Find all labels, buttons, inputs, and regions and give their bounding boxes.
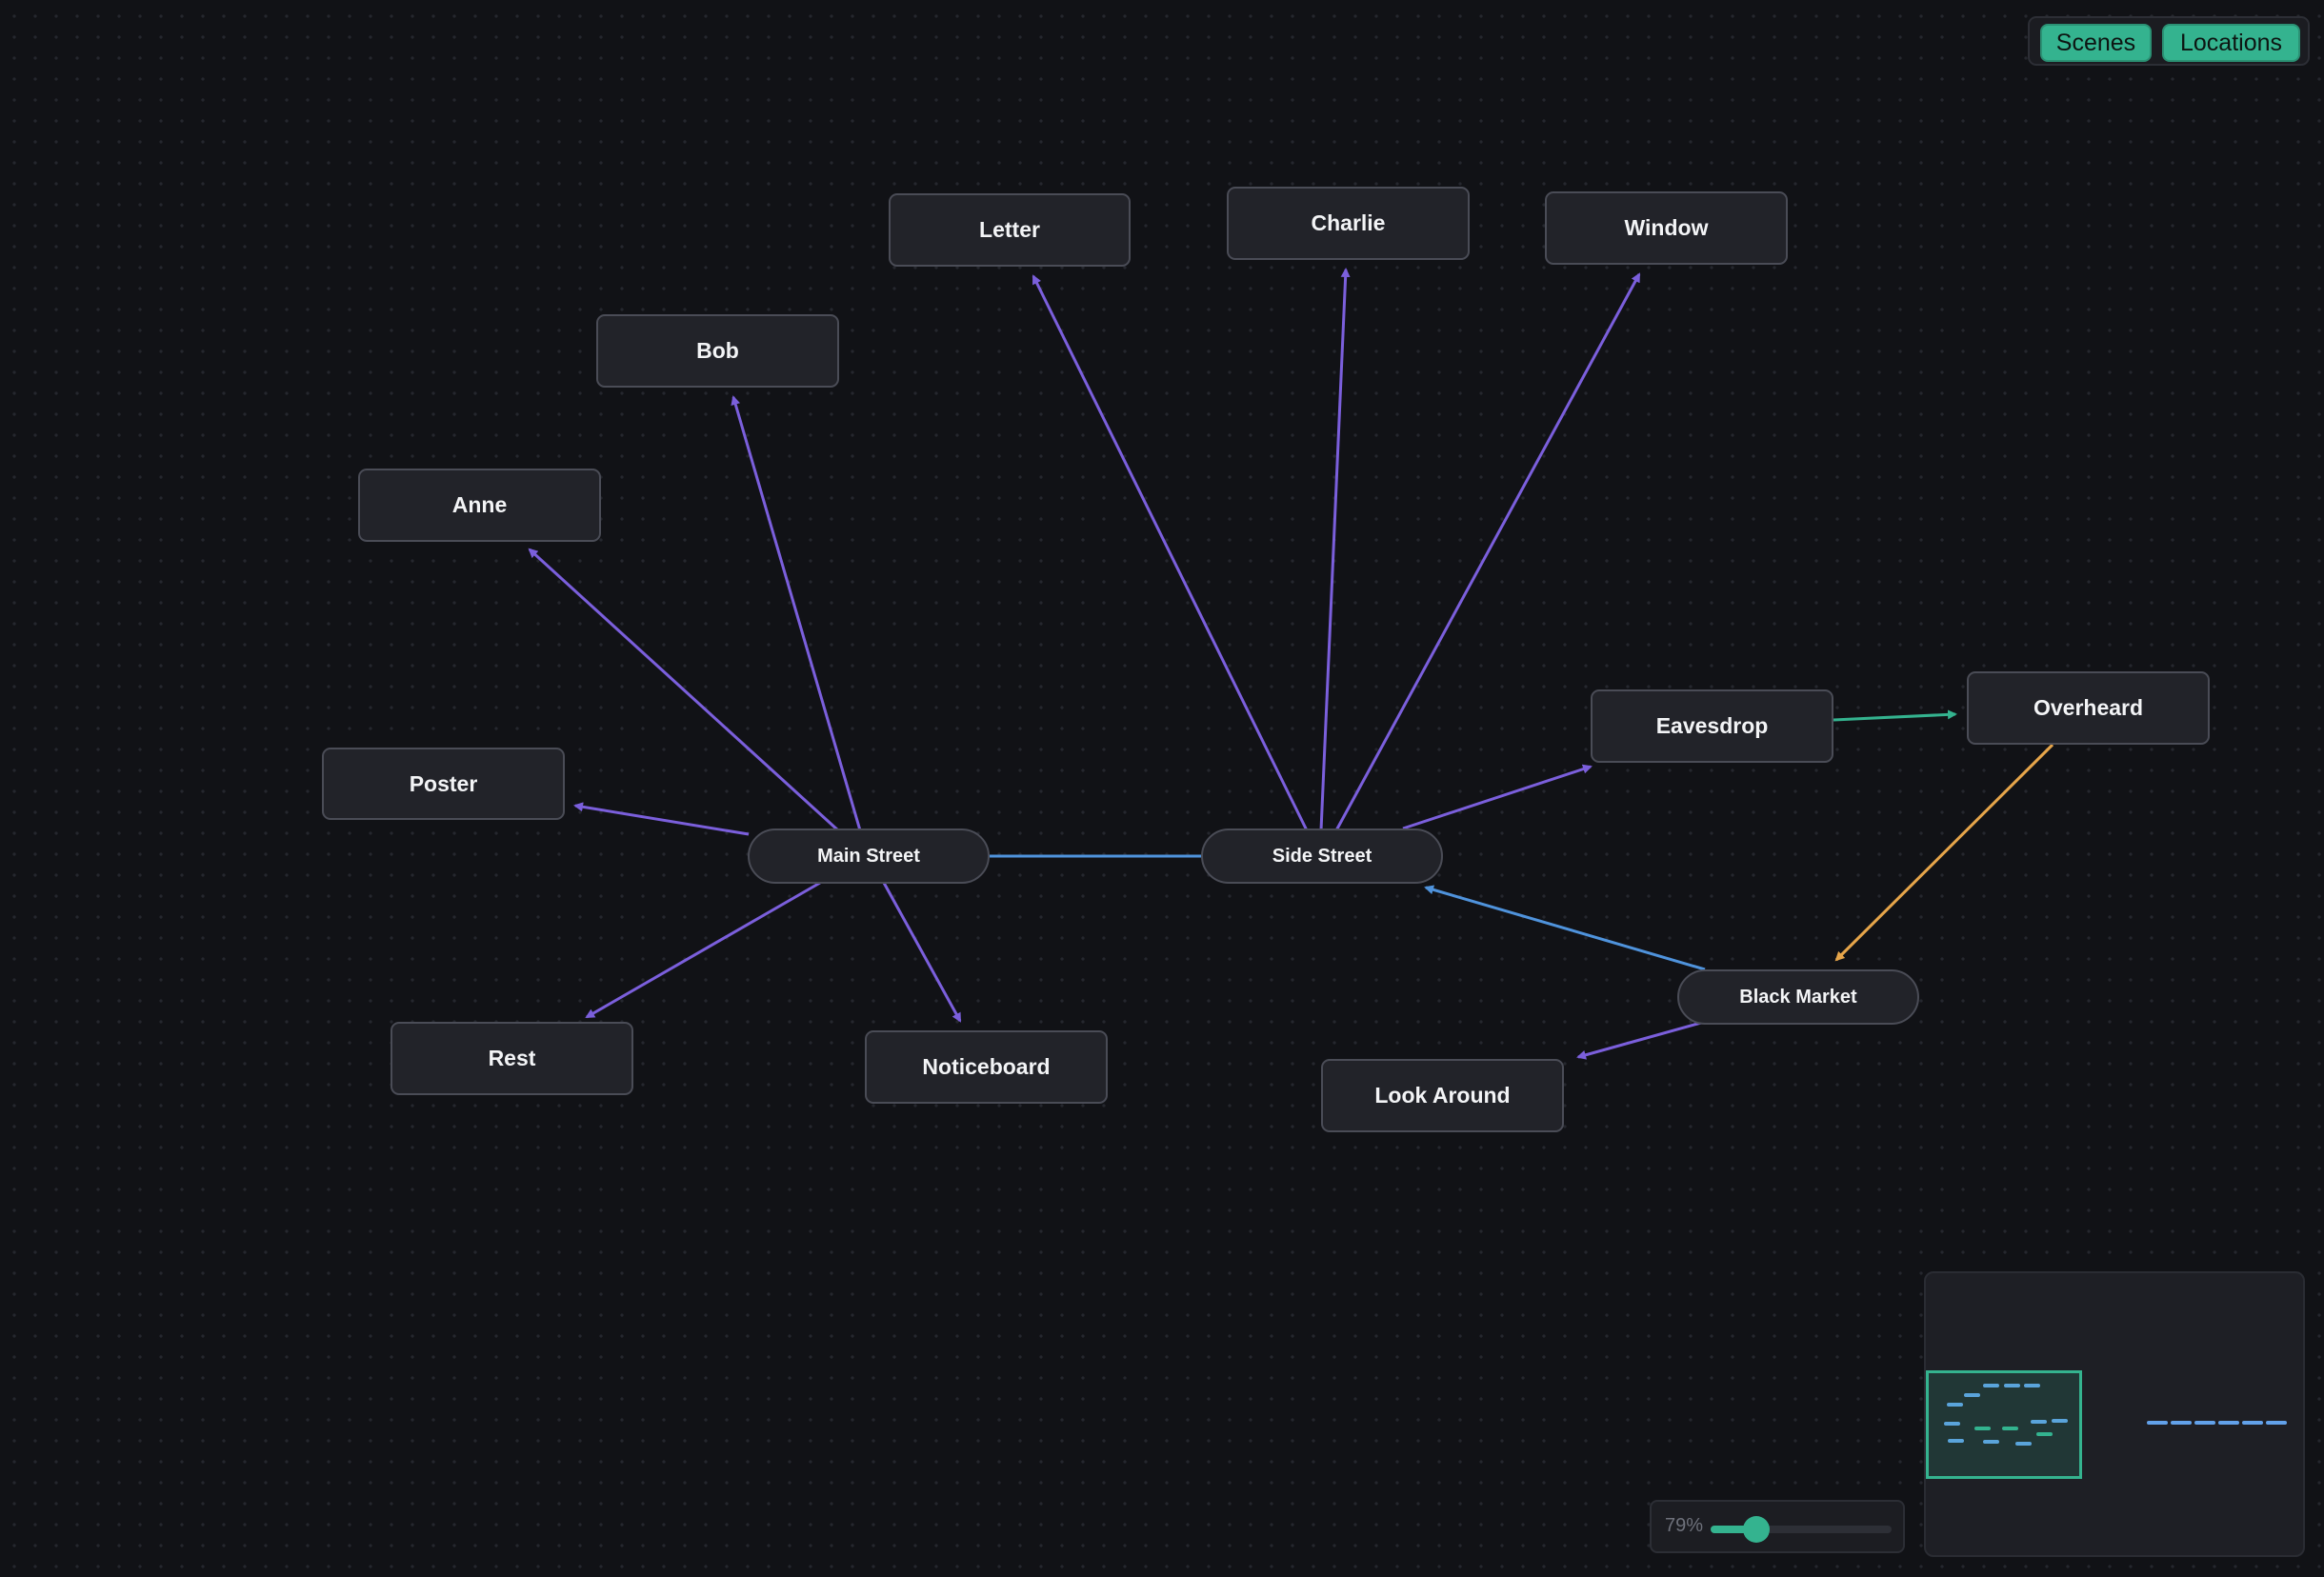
- zoom-slider-thumb[interactable]: [1742, 1516, 1770, 1543]
- zoom-slider-track[interactable]: [1711, 1516, 1892, 1543]
- edge-main-street-anne[interactable]: [528, 548, 840, 832]
- edge-eavesdrop-overheard[interactable]: [1833, 709, 1957, 722]
- edge-black-market-look-around[interactable]: [1576, 1021, 1702, 1060]
- node-bob[interactable]: Bob: [596, 314, 839, 388]
- edge-black-market-side-street[interactable]: [1424, 885, 1706, 971]
- node-overheard[interactable]: Overheard: [1967, 671, 2210, 745]
- node-window[interactable]: Window: [1545, 191, 1788, 265]
- node-anne[interactable]: Anne: [358, 469, 601, 542]
- zoom-level-label: 79%: [1665, 1515, 1704, 1536]
- zoom-control: 79%: [1650, 1500, 1905, 1553]
- node-look-around[interactable]: Look Around: [1321, 1059, 1564, 1132]
- edge-side-street-eavesdrop[interactable]: [1402, 764, 1593, 830]
- node-rest[interactable]: Rest: [391, 1022, 633, 1095]
- node-letter[interactable]: Letter: [889, 193, 1131, 267]
- location-node-side-street[interactable]: Side Street: [1201, 828, 1443, 884]
- edge-main-street-noticeboard[interactable]: [882, 882, 962, 1023]
- edge-main-street-bob[interactable]: [731, 395, 862, 831]
- view-mode-toggle: Scenes Locations: [2028, 16, 2310, 66]
- location-node-black-market[interactable]: Black Market: [1677, 969, 1919, 1025]
- node-eavesdrop[interactable]: Eavesdrop: [1591, 689, 1833, 763]
- edge-main-street-rest[interactable]: [585, 881, 821, 1019]
- node-poster[interactable]: Poster: [322, 748, 565, 820]
- minimap[interactable]: [1924, 1271, 2305, 1557]
- scenes-toggle-button[interactable]: Scenes: [2040, 24, 2152, 62]
- edge-main-street-poster[interactable]: [573, 802, 750, 836]
- location-node-main-street[interactable]: Main Street: [748, 828, 990, 884]
- minimap-viewport[interactable]: [1926, 1370, 2082, 1479]
- edge-side-street-letter[interactable]: [1032, 274, 1309, 831]
- locations-toggle-button[interactable]: Locations: [2162, 24, 2300, 62]
- node-charlie[interactable]: Charlie: [1227, 187, 1470, 260]
- node-noticeboard[interactable]: Noticeboard: [865, 1030, 1108, 1104]
- edge-overheard-black-market[interactable]: [1834, 743, 2054, 962]
- edge-side-street-charlie[interactable]: [1319, 268, 1351, 831]
